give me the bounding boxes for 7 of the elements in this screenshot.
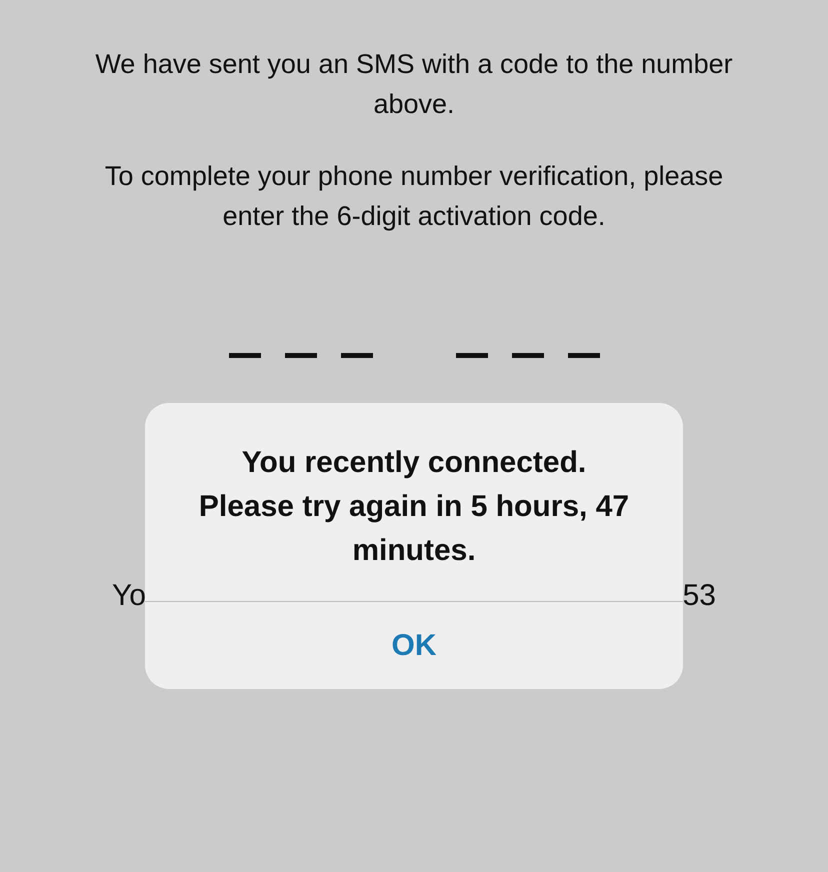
partial-text: 53	[682, 578, 716, 614]
instruction-text: To complete your phone number verification, please enter the 6-digit activation code.	[104, 160, 724, 233]
partial-text: Yo	[112, 578, 146, 614]
instruction-text: We have sent you an SMS with a code to the number above.	[94, 48, 734, 121]
alert-message: You recently connected. Please try again in 5 hours, 47 minutes.	[198, 445, 630, 569]
code-input-field[interactable]	[228, 350, 600, 360]
ok-button[interactable]: OK	[145, 602, 683, 689]
